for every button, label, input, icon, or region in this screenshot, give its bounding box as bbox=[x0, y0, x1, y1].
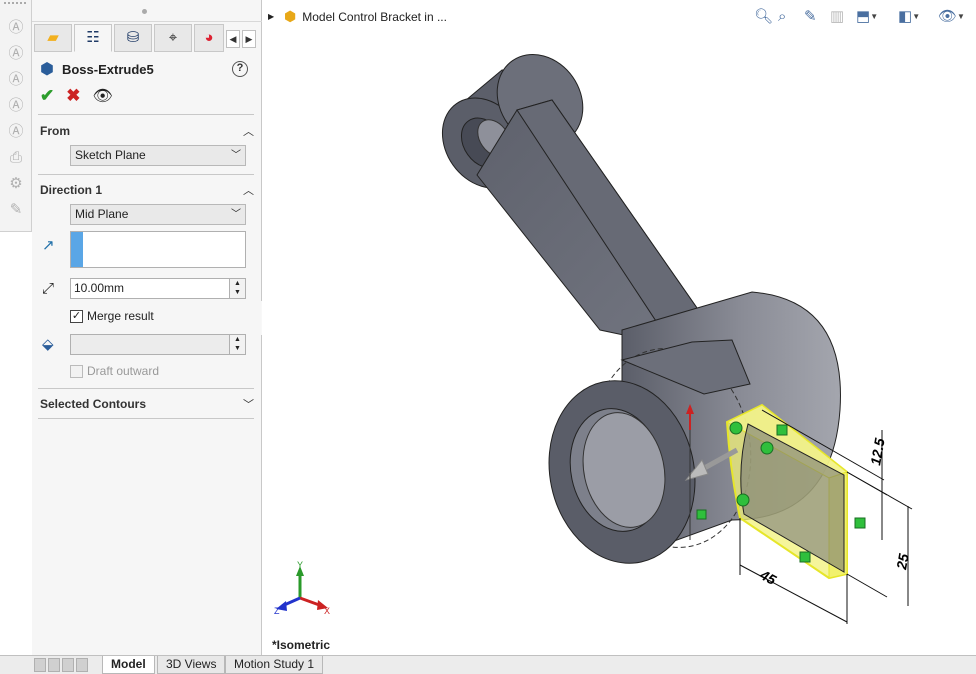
draft-icon[interactable]: ⬙ bbox=[42, 335, 54, 353]
sketch-handle[interactable] bbox=[729, 421, 743, 435]
merge-result-checkbox[interactable]: ✓ Merge result bbox=[70, 309, 154, 323]
constraint-marker[interactable] bbox=[854, 517, 866, 529]
chevron-down-icon: ﹀ bbox=[231, 150, 241, 161]
dimension-45[interactable]: 45 bbox=[757, 566, 779, 588]
end-condition-value: Mid Plane bbox=[75, 207, 129, 221]
feature-manager-tab[interactable]: ▰ bbox=[34, 24, 72, 52]
reference-triad: Y X Z bbox=[274, 560, 330, 616]
ok-button[interactable]: ✔ bbox=[40, 86, 54, 106]
draft-angle-input[interactable]: ▲ ▼ bbox=[70, 334, 246, 355]
tab-3d-views[interactable]: 3D Views bbox=[157, 656, 226, 674]
depth-spinner[interactable]: ▲ ▼ bbox=[229, 279, 245, 298]
chevron-up-icon[interactable]: ︿ bbox=[243, 182, 254, 198]
depth-icon: ⤢ bbox=[42, 280, 55, 297]
triad-z-label: Z bbox=[274, 606, 280, 616]
direction1-section-header[interactable]: Direction 1 ︿ bbox=[40, 181, 254, 199]
dimension-25[interactable]: 25 bbox=[893, 552, 912, 571]
action-buttons: ✔ ✖ 👁 bbox=[40, 86, 113, 106]
from-label: From bbox=[40, 124, 70, 138]
chevron-down-icon: ﹀ bbox=[231, 209, 241, 220]
dimxpert-manager-tab[interactable]: ⌖ bbox=[154, 24, 192, 52]
text-a-icon[interactable]: Ⓐ bbox=[6, 70, 26, 90]
checkbox-checked-icon[interactable]: ✓ bbox=[70, 309, 83, 323]
depth-input[interactable]: 10.00mm ▲ ▼ bbox=[70, 278, 246, 299]
feature-header: ⬢ Boss-Extrude5 bbox=[40, 58, 154, 80]
command-toolbar: Ⓐ Ⓐ Ⓐ Ⓐ Ⓐ ⎙ ⚙ ✎ bbox=[0, 0, 32, 232]
selection-accent bbox=[71, 232, 83, 267]
selected-contours-label: Selected Contours bbox=[40, 397, 147, 411]
draft-outward-checkbox[interactable]: Draft outward bbox=[70, 364, 159, 378]
configuration-manager-tab[interactable]: ⛁ bbox=[114, 24, 152, 52]
text-a-icon[interactable]: Ⓐ bbox=[6, 18, 26, 38]
manager-tabs: ▰ ☷ ⛁ ⌖ ◕ ◀ ▶ bbox=[34, 24, 260, 52]
triad-x-label: X bbox=[324, 606, 330, 616]
text-a-icon[interactable]: Ⓐ bbox=[6, 122, 26, 142]
next-tab-icon[interactable] bbox=[62, 658, 74, 672]
help-button[interactable]: ? bbox=[232, 61, 248, 77]
gear-icon[interactable]: ⚙ bbox=[6, 174, 26, 194]
sketch-handle[interactable] bbox=[760, 441, 774, 455]
divider bbox=[38, 114, 254, 115]
graphics-viewport[interactable]: ▶ ⬢ Model Control Bracket in ... 🔍︎ ⌕ ✎ … bbox=[262, 0, 976, 655]
print-icon[interactable]: ⎙ bbox=[6, 148, 26, 168]
previous-tab-icon[interactable] bbox=[48, 658, 60, 672]
checkbox-unchecked-icon[interactable] bbox=[70, 364, 83, 378]
feature-title: Boss-Extrude5 bbox=[61, 61, 154, 77]
chevron-up-icon[interactable]: ︿ bbox=[243, 123, 254, 139]
preview-eye-button[interactable]: 👁 bbox=[93, 86, 113, 106]
end-condition-dropdown[interactable]: Mid Plane ﹀ bbox=[70, 204, 246, 225]
selected-contours-header[interactable]: Selected Contours ﹀ bbox=[40, 395, 254, 413]
direction1-label: Direction 1 bbox=[40, 183, 103, 197]
extrude-icon: ⬢ bbox=[40, 61, 54, 78]
display-manager-tab[interactable]: ◕ bbox=[194, 24, 224, 52]
divider bbox=[38, 388, 254, 389]
direction-arrow-icon[interactable]: ↗ bbox=[42, 236, 55, 254]
direction-selection-box[interactable] bbox=[70, 231, 246, 268]
chevron-down-icon[interactable]: ﹀ bbox=[243, 396, 254, 412]
from-value: Sketch Plane bbox=[75, 148, 146, 162]
wrench-icon[interactable]: ✎ bbox=[6, 200, 26, 220]
draft-outward-label: Draft outward bbox=[87, 364, 160, 378]
constraint-marker[interactable] bbox=[776, 424, 788, 436]
tab-motion-study-1[interactable]: Motion Study 1 bbox=[225, 656, 324, 674]
panel-grip[interactable] bbox=[32, 0, 262, 22]
tab-model[interactable]: Model bbox=[102, 656, 155, 674]
dimension-12-5[interactable]: 12.5 bbox=[867, 437, 888, 467]
divider bbox=[38, 174, 254, 175]
constraint-marker[interactable] bbox=[799, 551, 811, 563]
cancel-button[interactable]: ✖ bbox=[66, 86, 80, 106]
last-tab-icon[interactable] bbox=[76, 658, 88, 672]
model-canvas[interactable]: 12.5 25 45 Y X Z bbox=[262, 0, 976, 655]
divider bbox=[38, 418, 254, 419]
merge-result-label: Merge result bbox=[87, 309, 154, 323]
depth-value: 10.00mm bbox=[74, 281, 125, 295]
property-manager-tab[interactable]: ☷ bbox=[74, 24, 112, 52]
toolbar-grip[interactable] bbox=[4, 2, 26, 5]
constraint-marker[interactable] bbox=[696, 509, 707, 520]
bottom-tab-bar: Model 3D Views Motion Study 1 bbox=[0, 655, 976, 674]
from-dropdown[interactable]: Sketch Plane ﹀ bbox=[70, 145, 246, 166]
view-name-label: *Isometric bbox=[272, 638, 331, 652]
sketch-handle[interactable] bbox=[736, 493, 750, 507]
text-a-icon[interactable]: Ⓐ bbox=[6, 96, 26, 116]
tab-scroll-left-icon[interactable]: ◀ bbox=[226, 30, 240, 48]
text-a-icon[interactable]: Ⓐ bbox=[6, 44, 26, 64]
property-manager-panel: ▰ ☷ ⛁ ⌖ ◕ ◀ ▶ ⬢ Boss-Extrude5 ? ✔ ✖ 👁 Fr… bbox=[32, 0, 262, 655]
tab-scroll-right-icon[interactable]: ▶ bbox=[242, 30, 256, 48]
first-tab-icon[interactable] bbox=[34, 658, 46, 672]
from-section-header[interactable]: From ︿ bbox=[40, 122, 254, 140]
triad-y-label: Y bbox=[297, 560, 303, 570]
draft-spinner[interactable]: ▲ ▼ bbox=[229, 335, 245, 354]
